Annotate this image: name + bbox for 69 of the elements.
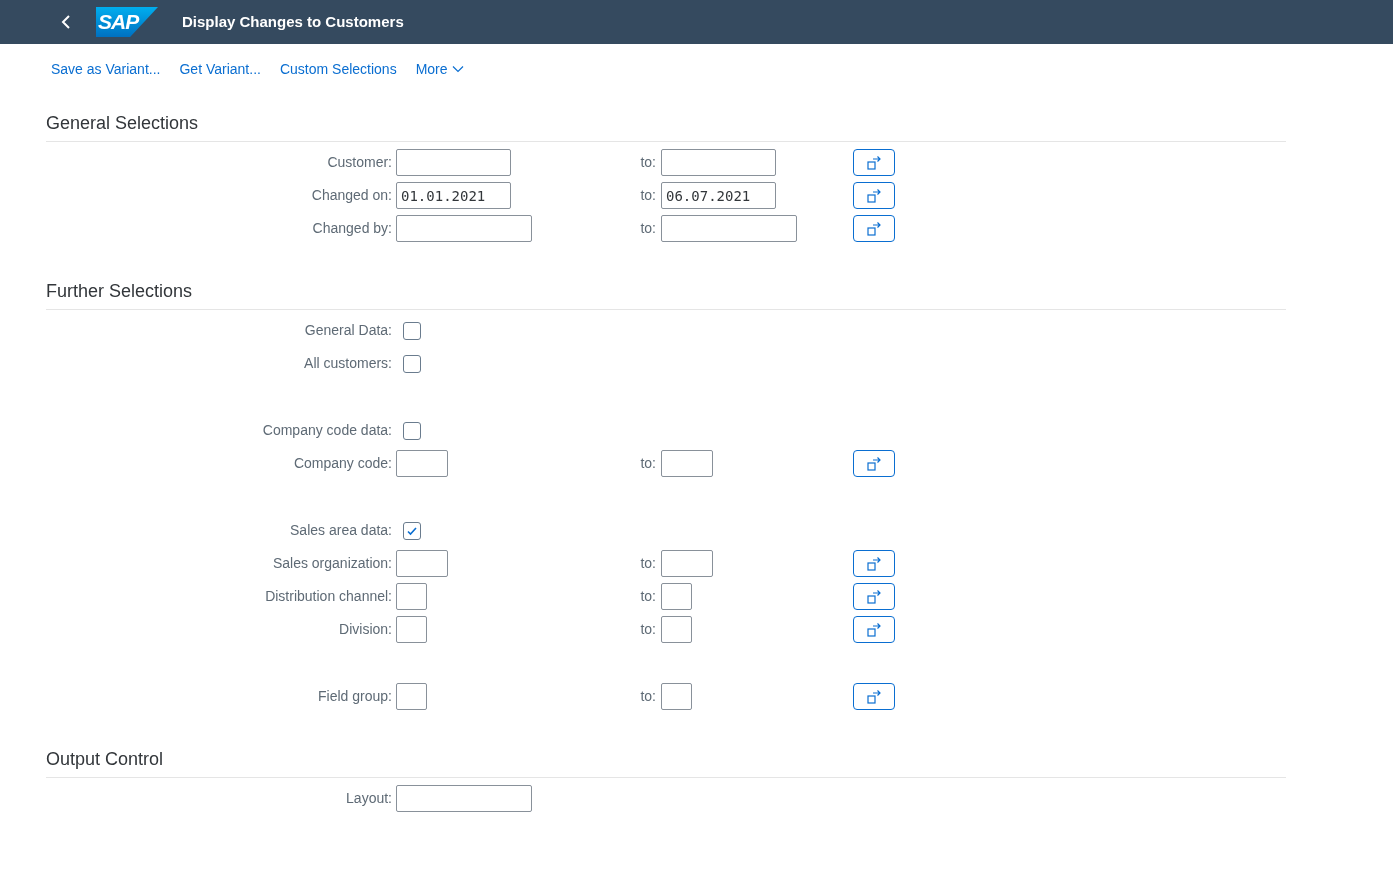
field-label: Company code: [292,454,393,473]
checkbox[interactable] [403,521,421,540]
input-field[interactable] [661,583,692,610]
to-label: to: [639,186,656,205]
multiple-selection-icon [866,621,882,638]
input-field[interactable] [396,616,427,643]
multiple-selection-icon [866,688,882,705]
logo: SAP [96,7,158,37]
section-title: General Selections [46,113,199,133]
to-label: to: [639,219,656,238]
input-field[interactable] [661,450,713,477]
input-field[interactable] [396,785,532,812]
multiple-selection-icon [866,455,882,472]
field-label: All customers: [303,354,393,373]
multiple-selection-icon [866,187,882,204]
field-label: Layout: [345,789,393,808]
input-field[interactable] [396,450,448,477]
input-field[interactable] [396,149,511,176]
field-label: Field group: [317,687,393,706]
toolbar-link[interactable]: Save as Variant... [51,58,161,80]
field-label: Changed on: [310,186,393,205]
input-field[interactable] [396,583,427,610]
multiple-selection-button[interactable] [853,683,895,710]
input-field[interactable] [661,550,713,577]
field-label: Changed by: [311,219,393,238]
more-menu-button[interactable]: More [415,58,464,80]
field-label: Company code data: [261,421,393,440]
input-field[interactable] [661,149,776,176]
field-label: Division: [338,620,393,639]
input-field[interactable] [661,683,692,710]
to-label: to: [639,687,656,706]
input-field[interactable] [661,215,797,242]
to-label: to: [639,587,656,606]
input-field[interactable] [396,683,427,710]
toolbar-link[interactable]: Get Variant... [179,58,261,80]
multiple-selection-button[interactable] [853,550,895,577]
input-field[interactable] [661,616,692,643]
multiple-selection-icon [866,555,882,572]
input-field[interactable]: 01.01.2021 [396,182,511,209]
multiple-selection-button[interactable] [853,583,895,610]
field-label: Sales organization: [271,554,393,573]
input-field[interactable]: 06.07.2021 [661,182,776,209]
input-field[interactable] [396,215,532,242]
multiple-selection-button[interactable] [853,450,895,477]
multiple-selection-button[interactable] [853,182,895,209]
multiple-selection-button[interactable] [853,215,895,242]
multiple-selection-icon [866,588,882,605]
multiple-selection-icon [866,154,882,171]
chevron-down-icon [451,65,464,73]
to-label: to: [639,620,656,639]
back-icon [61,14,71,30]
to-label: to: [639,454,656,473]
multiple-selection-button[interactable] [853,616,895,643]
field-label: General Data: [303,321,393,340]
section-title: Further Selections [46,281,193,301]
field-label: Customer: [326,153,393,172]
toolbar-link[interactable]: Custom Selections [279,58,397,80]
multiple-selection-button[interactable] [853,149,895,176]
checkbox[interactable] [403,354,421,373]
input-field[interactable] [396,550,448,577]
field-label: Distribution channel: [264,587,393,606]
checkbox[interactable] [403,321,421,340]
checkbox[interactable] [403,421,421,440]
to-label: to: [639,554,656,573]
section-title: Output Control [46,749,164,769]
field-label: Sales area data: [289,521,393,540]
to-label: to: [639,153,656,172]
page-title: Display Changes to Customers [182,11,404,32]
multiple-selection-icon [866,220,882,237]
